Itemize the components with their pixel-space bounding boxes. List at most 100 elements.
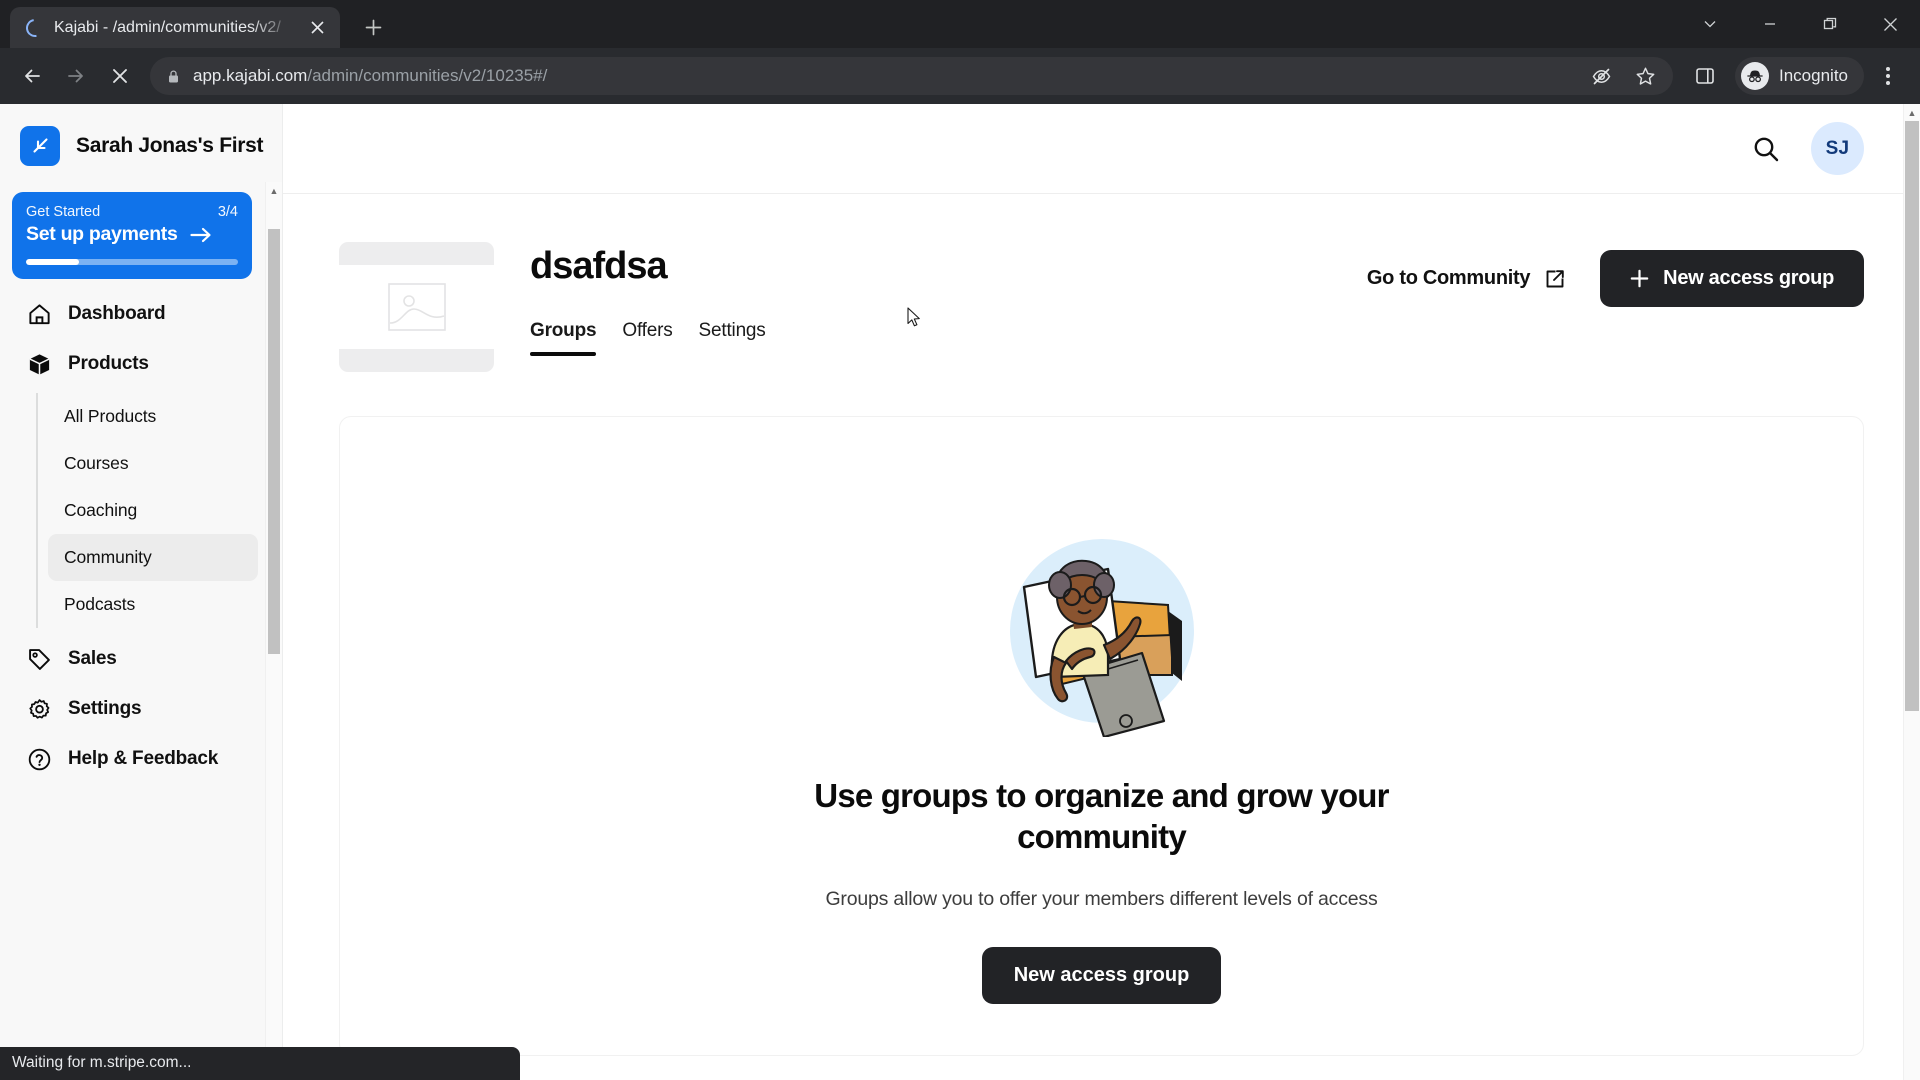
avatar[interactable]: SJ (1811, 122, 1864, 175)
kebab-menu-icon[interactable] (1868, 56, 1908, 96)
get-started-title: Set up payments (26, 223, 178, 245)
get-started-count: 3/4 (217, 204, 238, 220)
tab-groups[interactable]: Groups (530, 320, 597, 356)
brand-header[interactable]: Sarah Jonas's First (0, 104, 282, 184)
sidebar-item-label: Dashboard (68, 303, 166, 324)
get-started-progress (26, 259, 238, 265)
new-access-group-label: New access group (1663, 267, 1834, 289)
product-title-block: dsafdsa Groups Offers Settings (530, 242, 1331, 356)
empty-state-subtitle: Groups allow you to offer your members d… (825, 887, 1378, 910)
star-icon[interactable] (1625, 56, 1665, 96)
main-content: SJ dsafdsa Groups Offers Settings Go to … (283, 104, 1920, 1080)
sidebar-item-products[interactable]: Products (12, 339, 258, 389)
url-domain: app.kajabi.com (193, 66, 308, 85)
gear-icon (26, 696, 52, 722)
header-actions: Go to Community New access group (1367, 242, 1864, 307)
sidebar-item-community[interactable]: Community (48, 534, 258, 581)
progress-fill (26, 259, 79, 265)
home-icon (26, 301, 52, 327)
sidebar-item-coaching[interactable]: Coaching (48, 487, 258, 534)
kebab-dot (1886, 74, 1890, 78)
side-panel-icon[interactable] (1685, 56, 1725, 96)
empty-state-title: Use groups to organize and grow your com… (814, 777, 1389, 856)
sidebar-nav: Get Started 3/4 Set up payments Dashboar… (0, 184, 282, 1080)
sidebar-scrollbar[interactable]: ▲ ▼ (265, 182, 282, 1080)
scroll-up-arrow-icon[interactable]: ▲ (266, 182, 282, 199)
incognito-hat-icon (1741, 62, 1769, 90)
search-icon[interactable] (1751, 134, 1781, 164)
scrollbar-track[interactable] (268, 199, 280, 1063)
sidebar-item-label: Settings (68, 698, 142, 719)
app-sidebar: Sarah Jonas's First Get Started 3/4 Set … (0, 104, 283, 1080)
go-to-community-label: Go to Community (1366, 267, 1531, 289)
tab-title: Kajabi - /admin/communities/v2/ (54, 18, 281, 36)
scrollbar-thumb[interactable] (268, 229, 280, 654)
page-title: dsafdsa (530, 245, 668, 287)
kajabi-logo-icon (20, 126, 60, 166)
minimize-icon[interactable] (1740, 0, 1800, 48)
app-topbar: SJ (283, 104, 1920, 194)
browser-toolbar: app.kajabi.com/admin/communities/v2/1023… (0, 48, 1920, 104)
mouse-cursor (907, 307, 923, 334)
tab-offers[interactable]: Offers (622, 320, 672, 356)
product-thumbnail[interactable] (339, 242, 494, 372)
close-icon[interactable] (1860, 0, 1920, 48)
browser-window: Kajabi - /admin/communities/v2/ app.kaja… (0, 0, 1920, 1080)
sidebar-item-dashboard[interactable]: Dashboard (12, 289, 258, 339)
sidebar-item-label: Products (68, 353, 149, 374)
close-icon[interactable] (304, 15, 330, 41)
tab-settings[interactable]: Settings (699, 320, 766, 356)
page-scrollbar[interactable]: ▲ (1903, 104, 1920, 1080)
omnibox-actions (1581, 56, 1665, 96)
get-started-card[interactable]: Get Started 3/4 Set up payments (12, 192, 252, 279)
incognito-label: Incognito (1779, 66, 1848, 85)
sidebar-item-sales[interactable]: Sales (12, 634, 258, 684)
address-bar[interactable]: app.kajabi.com/admin/communities/v2/1023… (150, 57, 1673, 95)
loading-spinner-icon (22, 14, 48, 41)
sidebar-item-all-products[interactable]: All Products (48, 393, 258, 440)
external-link-icon (1544, 268, 1566, 290)
stop-loading-icon[interactable] (100, 56, 140, 96)
get-started-label: Get Started (26, 204, 101, 220)
sidebar-item-settings[interactable]: Settings (12, 684, 258, 734)
eye-crossed-icon[interactable] (1581, 56, 1621, 96)
lock-icon (166, 69, 181, 84)
question-circle-icon (26, 746, 52, 772)
sidebar-item-courses[interactable]: Courses (48, 440, 258, 487)
tab-strip: Kajabi - /admin/communities/v2/ (0, 0, 1920, 48)
scroll-up-arrow-icon[interactable]: ▲ (1904, 104, 1920, 121)
sidebar-item-label: Help & Feedback (68, 748, 219, 769)
incognito-indicator[interactable]: Incognito (1735, 57, 1864, 95)
arrow-right-icon (189, 226, 212, 244)
product-tabs: Groups Offers Settings (530, 320, 1331, 356)
empty-state-new-access-group-button[interactable]: New access group (981, 946, 1222, 1004)
person-with-folders-illustration (996, 525, 1208, 739)
tag-icon (26, 646, 52, 672)
sidebar-item-podcasts[interactable]: Podcasts (48, 581, 258, 628)
scrollbar-thumb[interactable] (1905, 121, 1919, 711)
products-subnav: All Products Courses Coaching Community … (36, 393, 258, 628)
product-header: dsafdsa Groups Offers Settings Go to Com… (339, 242, 1864, 372)
url-text: app.kajabi.com/admin/communities/v2/1023… (193, 66, 1569, 86)
forward-arrow-icon[interactable] (56, 56, 96, 96)
groups-empty-card: Use groups to organize and grow your com… (339, 416, 1864, 1056)
status-bar: Waiting for m.stripe.com... (0, 1047, 520, 1080)
brand-name: Sarah Jonas's First (76, 134, 264, 157)
browser-tab[interactable]: Kajabi - /admin/communities/v2/ (10, 7, 340, 48)
box-icon (26, 351, 52, 377)
go-to-community-link[interactable]: Go to Community (1367, 267, 1566, 290)
url-path: /admin/communities/v2/10235#/ (307, 66, 548, 85)
chevron-down-icon[interactable] (1680, 0, 1740, 48)
image-placeholder-icon (339, 265, 494, 349)
back-arrow-icon[interactable] (12, 56, 52, 96)
kebab-dot (1886, 67, 1890, 71)
sidebar-item-help-feedback[interactable]: Help & Feedback (12, 734, 258, 784)
plus-icon (1630, 269, 1649, 288)
new-tab-button[interactable] (356, 10, 390, 44)
new-access-group-button[interactable]: New access group (1600, 250, 1864, 307)
window-controls (1680, 0, 1920, 48)
sidebar-item-label: Sales (68, 648, 117, 669)
page-viewport: Sarah Jonas's First Get Started 3/4 Set … (0, 104, 1920, 1080)
kebab-dot (1886, 81, 1890, 85)
restore-icon[interactable] (1800, 0, 1860, 48)
